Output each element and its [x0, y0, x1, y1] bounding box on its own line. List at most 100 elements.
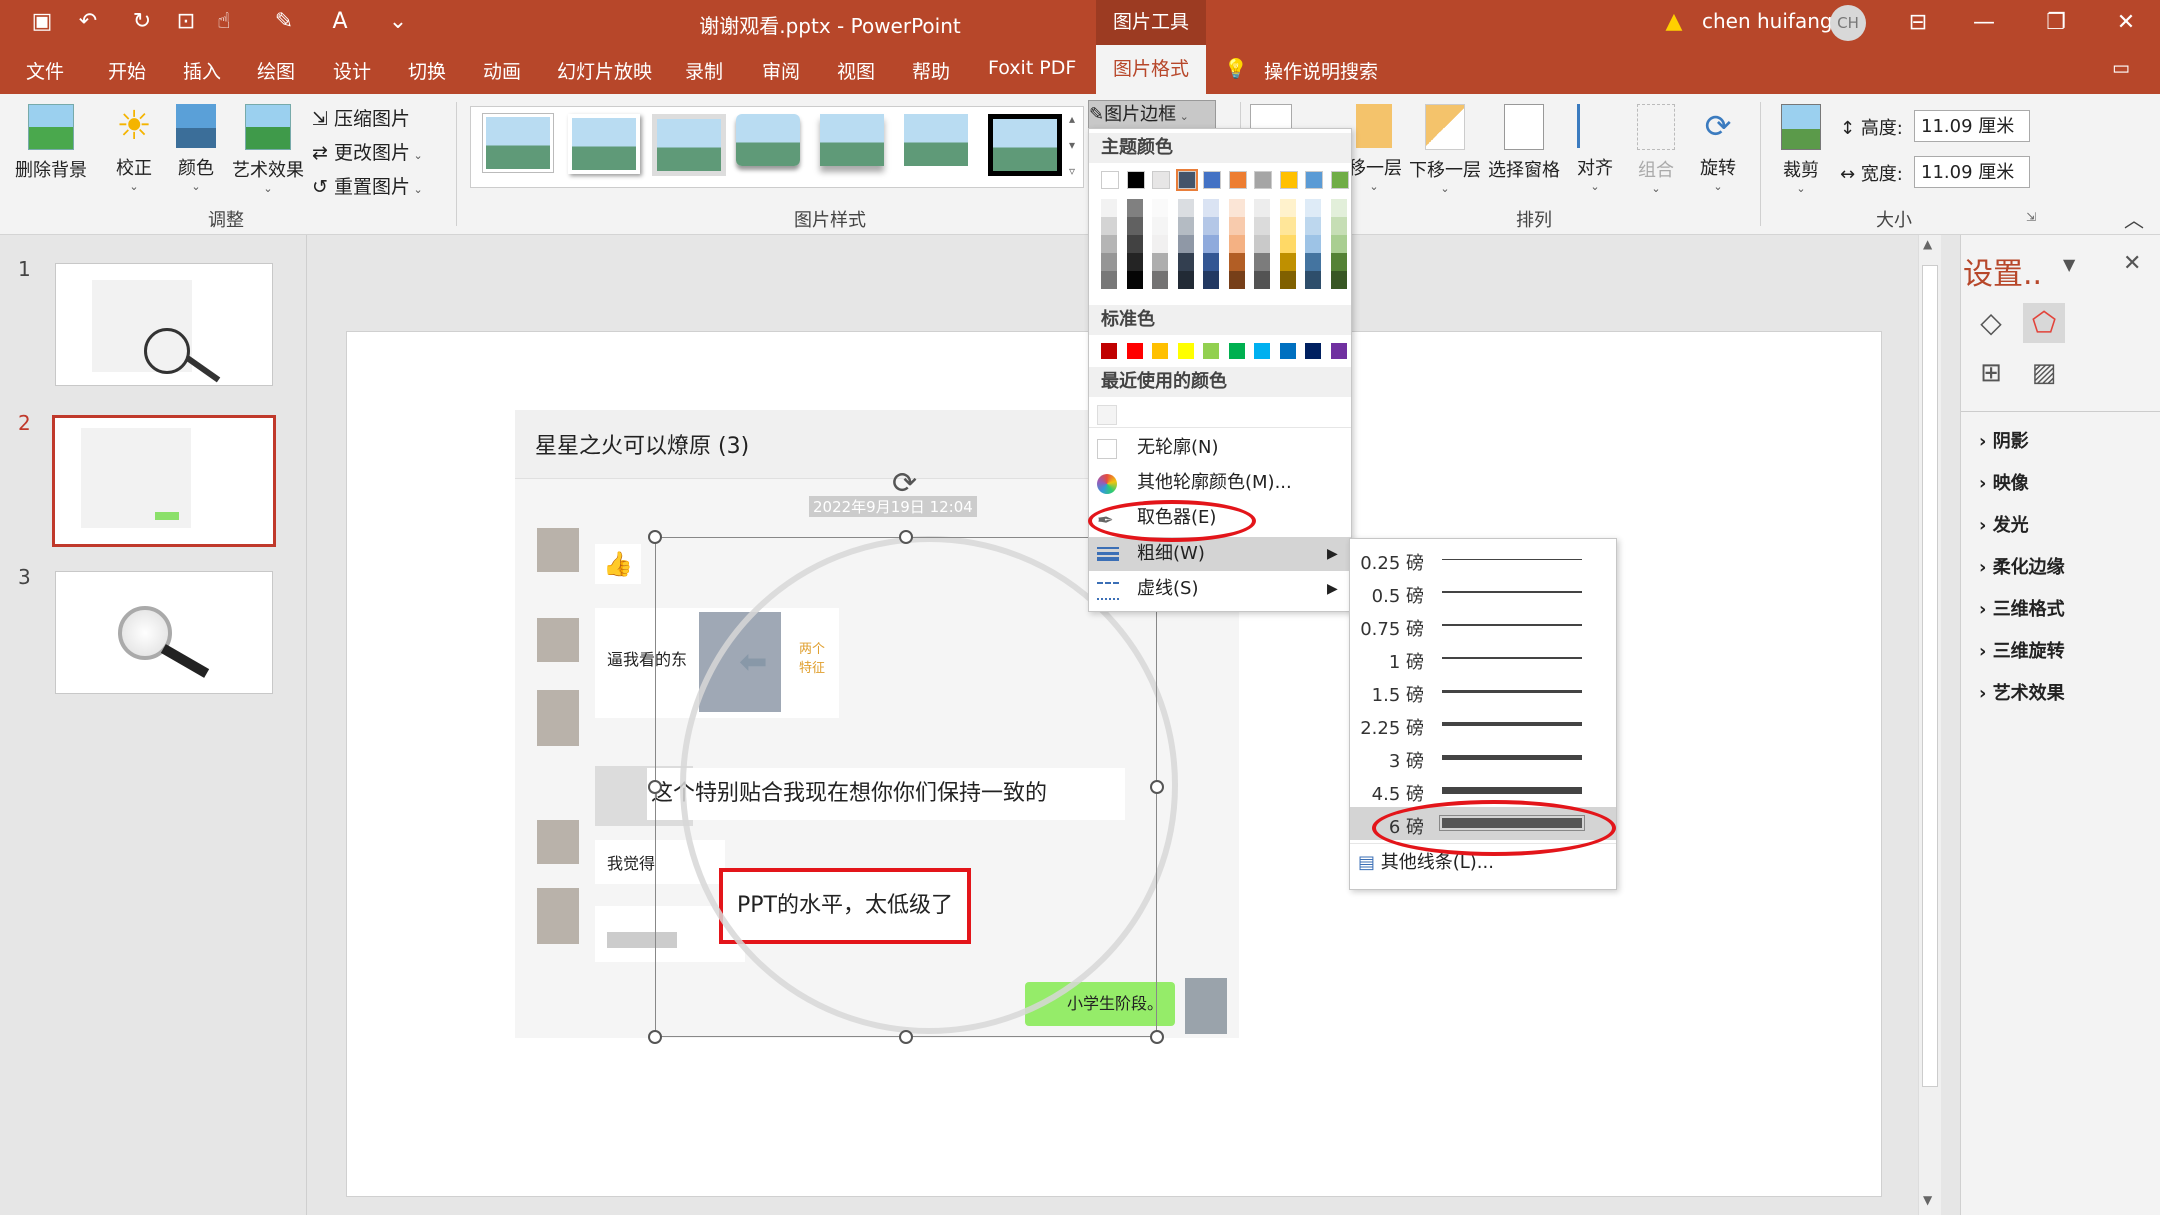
pane-close-icon[interactable]: ✕ [2123, 251, 2141, 276]
line-weight-option[interactable]: 0.25 磅 [1350, 543, 1616, 576]
theme-color-shade[interactable] [1305, 253, 1321, 271]
resize-handle-w[interactable] [648, 780, 662, 794]
slide-thumbnail-2[interactable] [52, 415, 276, 547]
theme-color-shade[interactable] [1254, 199, 1270, 217]
restore-icon[interactable]: ❐ [2036, 6, 2076, 40]
standard-color-swatch[interactable] [1152, 343, 1168, 359]
width-input[interactable]: 11.09 厘米 [1914, 156, 2030, 188]
tab-insert[interactable]: 插入 [183, 57, 221, 84]
fill-line-icon[interactable]: ◇ [1971, 303, 2011, 343]
picture-style-5[interactable] [820, 114, 884, 166]
user-name[interactable]: chen huifang [1702, 9, 1833, 33]
tab-review[interactable]: 审阅 [762, 57, 800, 84]
ribbon-display-icon[interactable]: ⊟ [1898, 6, 1938, 40]
theme-color-shade[interactable] [1152, 199, 1168, 217]
theme-color-shade[interactable] [1203, 235, 1219, 253]
standard-color-swatch[interactable] [1228, 343, 1245, 359]
theme-color-shade[interactable] [1305, 235, 1321, 253]
artistic-effects-button[interactable]: 艺术效果 ⌄ [230, 104, 306, 195]
theme-color-shade[interactable] [1152, 217, 1168, 235]
theme-color-swatch[interactable] [1305, 171, 1323, 189]
recent-color-swatch[interactable] [1097, 405, 1117, 425]
line-weight-option[interactable]: 1 磅 [1350, 642, 1616, 675]
resize-handle-nw[interactable] [648, 530, 662, 544]
color-button[interactable]: 颜色 ⌄ [172, 104, 220, 193]
standard-color-swatch[interactable] [1254, 343, 1270, 359]
theme-color-shade[interactable] [1101, 271, 1117, 289]
rotate-handle-icon[interactable]: ⟳ [892, 466, 917, 501]
theme-color-swatch[interactable] [1203, 171, 1221, 189]
corrections-button[interactable]: ☀ 校正 ⌄ [108, 104, 160, 193]
standard-color-swatch[interactable] [1203, 343, 1219, 359]
theme-color-shade[interactable] [1177, 253, 1194, 271]
tab-foxit[interactable]: Foxit PDF [988, 57, 1076, 79]
picture-icon[interactable]: ▨ [2023, 353, 2065, 393]
effect-reflection[interactable]: › 映像 [1979, 469, 2029, 495]
vertical-scrollbar[interactable]: ▲ ▼ [1918, 235, 1941, 1215]
theme-color-swatch[interactable] [1330, 171, 1349, 189]
theme-color-shade[interactable] [1101, 253, 1117, 271]
standard-color-swatch[interactable] [1177, 343, 1194, 359]
theme-color-shade[interactable] [1330, 235, 1347, 253]
slide-thumbnail-1[interactable] [55, 263, 273, 386]
theme-color-shade[interactable] [1126, 199, 1143, 217]
comments-icon[interactable]: ▭ [2112, 57, 2130, 79]
theme-color-swatch[interactable] [1101, 171, 1119, 189]
theme-color-shade[interactable] [1254, 235, 1270, 253]
selection-pane-button[interactable]: 选择窗格 [1486, 104, 1562, 182]
theme-color-shade[interactable] [1126, 253, 1143, 271]
picture-style-1[interactable] [482, 113, 554, 173]
theme-color-shade[interactable] [1228, 253, 1245, 271]
theme-color-shade[interactable] [1152, 271, 1168, 289]
theme-color-swatch[interactable] [1126, 171, 1145, 189]
change-picture-button[interactable]: ⇄ 更改图片 ⌄ [312, 138, 423, 165]
scrollbar-thumb[interactable] [1922, 265, 1938, 1087]
effect-3d-rotation[interactable]: › 三维旋转 [1979, 637, 2065, 663]
theme-color-shade[interactable] [1305, 199, 1321, 217]
theme-color-shade[interactable] [1203, 271, 1219, 289]
theme-color-shade[interactable] [1203, 217, 1219, 235]
tab-record[interactable]: 录制 [685, 57, 723, 84]
theme-color-shade[interactable] [1228, 199, 1245, 217]
effects-icon[interactable]: ⬠ [2023, 303, 2065, 343]
more-outline-colors-item[interactable]: 其他轮廓颜色(M)... [1089, 466, 1351, 500]
theme-color-shade[interactable] [1177, 217, 1194, 235]
theme-color-shade[interactable] [1279, 199, 1296, 217]
picture-border-button[interactable]: ✎图片边框 ⌄ [1088, 100, 1216, 130]
group-objects-button[interactable]: 组合 ⌄ [1634, 104, 1678, 195]
line-weight-option[interactable]: 0.75 磅 [1350, 609, 1616, 642]
effect-artistic[interactable]: › 艺术效果 [1979, 679, 2065, 705]
no-outline-item[interactable]: 无轮廓(N) [1089, 431, 1351, 465]
theme-color-shade[interactable] [1254, 217, 1270, 235]
crop-button[interactable]: 裁剪 ⌄ [1778, 104, 1824, 195]
tab-home[interactable]: 开始 [108, 57, 146, 84]
picture-style-6[interactable] [904, 114, 968, 166]
effect-soft-edges[interactable]: › 柔化边缘 [1979, 553, 2065, 579]
line-weight-option[interactable]: 3 磅 [1350, 741, 1616, 774]
theme-color-swatch[interactable] [1228, 171, 1247, 189]
theme-color-shade[interactable] [1101, 217, 1117, 235]
collapse-ribbon-icon[interactable]: ︿ [2124, 204, 2144, 233]
tab-view[interactable]: 视图 [837, 57, 875, 84]
picture-style-4[interactable] [736, 114, 800, 166]
resize-handle-s[interactable] [899, 1030, 913, 1044]
size-dialog-launcher-icon[interactable]: ⇲ [2026, 210, 2036, 224]
tab-file[interactable]: 文件 [26, 57, 64, 84]
tab-animations[interactable]: 动画 [483, 57, 521, 84]
theme-color-shade[interactable] [1228, 235, 1245, 253]
resize-handle-sw[interactable] [648, 1030, 662, 1044]
slide-thumbnail-3[interactable] [55, 571, 273, 694]
tab-draw[interactable]: 绘图 [257, 57, 295, 84]
scroll-down-icon[interactable]: ▼ [1923, 1193, 1932, 1207]
effect-3d-format[interactable]: › 三维格式 [1979, 595, 2065, 621]
theme-color-shade[interactable] [1177, 199, 1194, 217]
standard-color-swatch[interactable] [1279, 343, 1296, 359]
theme-color-shade[interactable] [1305, 217, 1321, 235]
theme-color-shade[interactable] [1126, 217, 1143, 235]
picture-style-2[interactable] [568, 114, 640, 174]
gallery-scroll-icon[interactable]: ▴ ▾ ▿ [1062, 106, 1082, 186]
reset-picture-button[interactable]: ↺ 重置图片 ⌄ [312, 172, 423, 199]
theme-color-shade[interactable] [1330, 199, 1347, 217]
theme-color-shade[interactable] [1126, 271, 1143, 289]
theme-color-shade[interactable] [1177, 235, 1194, 253]
